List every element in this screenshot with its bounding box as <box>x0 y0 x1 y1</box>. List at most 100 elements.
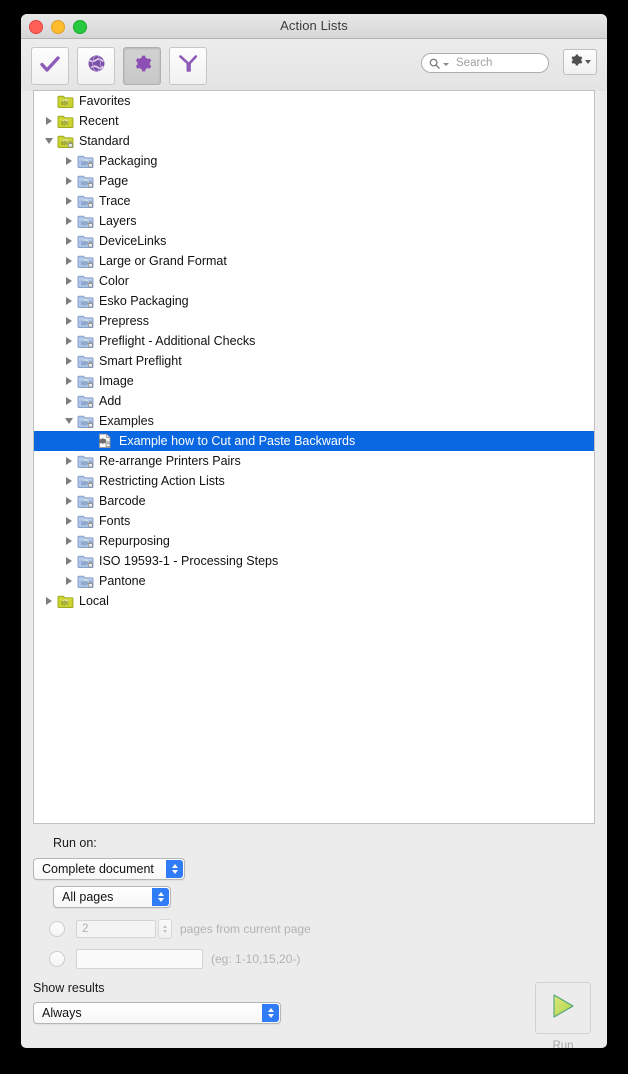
pages-count-input[interactable]: 2 <box>76 920 156 938</box>
chevron-right-icon[interactable] <box>62 217 76 225</box>
tree-row[interactable]: Trace <box>34 191 594 211</box>
folder-gear-lock-blue-icon <box>76 574 94 589</box>
tree-row-label: Page <box>99 174 129 188</box>
custom-range-radio[interactable] <box>49 951 65 967</box>
chevron-right-icon[interactable] <box>62 457 76 465</box>
globe-icon <box>87 54 106 78</box>
tree-row[interactable]: Recent <box>34 111 594 131</box>
search-box[interactable] <box>421 53 549 73</box>
folder-gear-lock-blue-icon <box>76 174 94 189</box>
chevron-right-icon[interactable] <box>62 157 76 165</box>
run-button[interactable] <box>535 982 591 1034</box>
show-results-select[interactable]: Always <box>33 1002 281 1024</box>
tree-row[interactable]: Smart Preflight <box>34 351 594 371</box>
chevron-right-icon[interactable] <box>42 117 56 125</box>
chevron-right-icon[interactable] <box>62 557 76 565</box>
custom-range-hint: (eg: 1-10,15,20-) <box>211 952 301 966</box>
gear-tool-button[interactable] <box>123 47 161 85</box>
tree-row[interactable]: Re-arrange Printers Pairs <box>34 451 594 471</box>
folder-gear-lock-blue-icon <box>76 414 94 429</box>
chevron-right-icon[interactable] <box>62 517 76 525</box>
folder-gear-lock-blue-icon <box>76 234 94 249</box>
tree-row[interactable]: Standard <box>34 131 594 151</box>
search-field-wrapper <box>421 53 549 73</box>
tree-row[interactable]: Restricting Action Lists <box>34 471 594 491</box>
checkmark-tool-button[interactable] <box>31 47 69 85</box>
chevron-down-icon <box>585 60 591 64</box>
globe-tool-button[interactable] <box>77 47 115 85</box>
chevron-right-icon[interactable] <box>62 377 76 385</box>
chevron-right-icon[interactable] <box>62 197 76 205</box>
tree-row[interactable]: Prepress <box>34 311 594 331</box>
custom-range-input[interactable] <box>76 949 203 969</box>
tree-row[interactable]: Page <box>34 171 594 191</box>
chevron-right-icon[interactable] <box>62 297 76 305</box>
folder-gear-lock-blue-icon <box>76 334 94 349</box>
folder-gear-yellow-icon <box>56 114 74 129</box>
run-on-label: Run on: <box>53 836 97 850</box>
tree-row-label: Image <box>99 374 134 388</box>
chevron-down-icon[interactable] <box>42 138 56 144</box>
tree-row[interactable]: ISO 19593-1 - Processing Steps <box>34 551 594 571</box>
gear-icon <box>569 53 583 72</box>
tree-row[interactable]: Barcode <box>34 491 594 511</box>
chevron-right-icon[interactable] <box>62 477 76 485</box>
chevron-right-icon[interactable] <box>62 357 76 365</box>
tree-row[interactable]: Preflight - Additional Checks <box>34 331 594 351</box>
tree-row[interactable]: Fonts <box>34 511 594 531</box>
folder-gear-lock-blue-icon <box>76 314 94 329</box>
chevron-right-icon[interactable] <box>62 397 76 405</box>
tree-row[interactable]: Add <box>34 391 594 411</box>
search-input[interactable] <box>454 56 540 70</box>
tree-row-label: Barcode <box>99 494 146 508</box>
folder-gear-yellow-icon <box>56 594 74 609</box>
folder-gear-yellow-icon <box>56 94 74 109</box>
tree-row-label: Standard <box>79 134 130 148</box>
tree-row-label: Local <box>79 594 109 608</box>
tree-row[interactable]: Esko Packaging <box>34 291 594 311</box>
chevron-right-icon[interactable] <box>62 257 76 265</box>
chevron-right-icon[interactable] <box>42 597 56 605</box>
chevron-right-icon[interactable] <box>62 237 76 245</box>
chevron-right-icon[interactable] <box>62 177 76 185</box>
chevron-right-icon[interactable] <box>62 497 76 505</box>
pages-scope-value: All pages <box>62 890 114 904</box>
pages-from-current-radio[interactable] <box>49 921 65 937</box>
tree-row[interactable]: Large or Grand Format <box>34 251 594 271</box>
tree-row[interactable]: Examples <box>34 411 594 431</box>
chevron-right-icon[interactable] <box>62 537 76 545</box>
tree-row[interactable]: Color <box>34 271 594 291</box>
tree-row-selected[interactable]: Example how to Cut and Paste Backwards <box>34 431 594 451</box>
run-scope-select[interactable]: Complete document <box>33 858 185 880</box>
tree-row-label: Preflight - Additional Checks <box>99 334 256 348</box>
tree-row-label: Esko Packaging <box>99 294 189 308</box>
run-options-pane: Run on: Complete document All pages 2 pa… <box>21 824 607 1048</box>
pages-from-current-label: pages from current page <box>180 922 311 936</box>
pages-count-stepper[interactable] <box>158 919 172 939</box>
chevron-right-icon[interactable] <box>62 337 76 345</box>
run-button-wrapper: Run <box>535 982 591 1048</box>
tree-row[interactable]: Favorites <box>34 91 594 111</box>
chevron-right-icon[interactable] <box>62 277 76 285</box>
chevron-down-icon[interactable] <box>62 418 76 424</box>
tree-row[interactable]: Image <box>34 371 594 391</box>
tree-row[interactable]: Layers <box>34 211 594 231</box>
tree-row-label: Pantone <box>99 574 146 588</box>
play-triangle-icon <box>548 991 578 1026</box>
folder-gear-lock-blue-icon <box>76 534 94 549</box>
chevron-right-icon[interactable] <box>62 317 76 325</box>
tree-row[interactable]: Local <box>34 591 594 611</box>
chevron-right-icon[interactable] <box>62 577 76 585</box>
search-scope-chevron-down-icon[interactable] <box>443 62 449 66</box>
tree-row[interactable]: Packaging <box>34 151 594 171</box>
action-lists-tree[interactable]: Favorites Recent Standard Packaging Page Trac… <box>33 90 595 824</box>
action-lists-window: Action Lists Search Favorites Recent Sta… <box>21 14 607 1048</box>
tree-row[interactable]: Repurposing <box>34 531 594 551</box>
tree-row[interactable]: Pantone <box>34 571 594 591</box>
toolbar-options-button[interactable] <box>563 49 597 75</box>
funnel-tool-button[interactable] <box>169 47 207 85</box>
pages-scope-select[interactable]: All pages <box>53 886 171 908</box>
folder-gear-lock-blue-icon <box>76 354 94 369</box>
tree-row[interactable]: DeviceLinks <box>34 231 594 251</box>
folder-gear-lock-yellow-icon <box>56 134 74 149</box>
